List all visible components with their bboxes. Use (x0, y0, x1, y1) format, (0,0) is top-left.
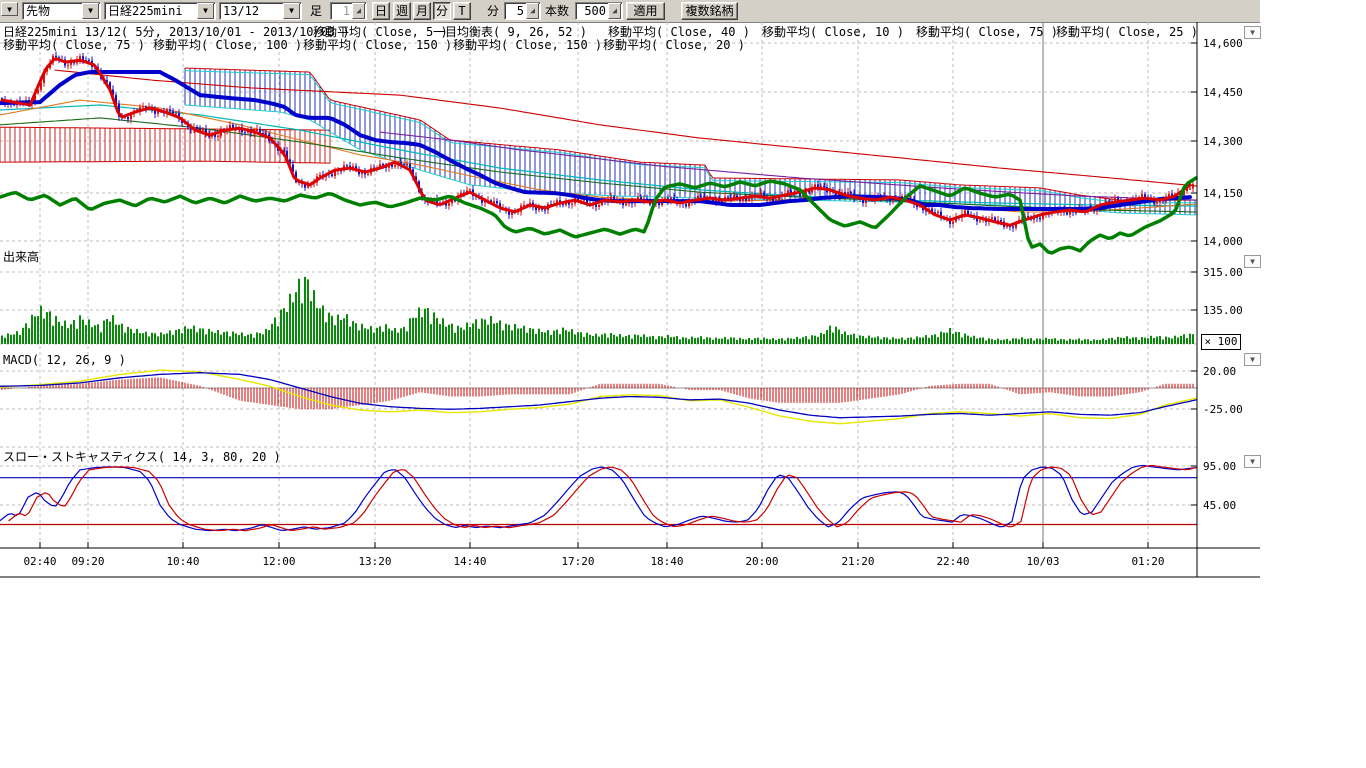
indicator-header-row2: 移動平均( Close, 20 ) (603, 36, 745, 53)
macd-pane-label: MACD( 12, 26, 9 ) (3, 353, 126, 367)
price-axis-label: 14,600 (1203, 37, 1243, 50)
time-axis-label: 02:40 (23, 555, 56, 568)
time-axis-label: 12:00 (262, 555, 295, 568)
time-axis-label: 10:40 (166, 555, 199, 568)
stochastics-layer (0, 466, 1197, 531)
pane-scale-dropdown-button[interactable]: ▼ (1244, 26, 1261, 39)
indicator-header-row2: 移動平均( Close, 75 ) (3, 36, 145, 53)
macd-layer (0, 370, 1197, 424)
time-axis-label: 09:20 (71, 555, 104, 568)
grid-layer (0, 22, 1197, 548)
time-axis-label: 18:40 (650, 555, 683, 568)
pane-scale-dropdown-button[interactable]: ▼ (1244, 255, 1261, 268)
time-axis-label: 10/03 (1026, 555, 1059, 568)
time-axis-label: 01:20 (1131, 555, 1164, 568)
time-axis-label: 14:40 (453, 555, 486, 568)
price-axis-label: 14,300 (1203, 135, 1243, 148)
indicator-header-row2: 移動平均( Close, 150 ) (453, 36, 602, 53)
stoch-axis-label: 45.00 (1203, 499, 1236, 512)
chart-svg (0, 0, 1366, 768)
indicator-header-row2: 移動平均( Close, 150 ) (303, 36, 452, 53)
price-axis-label: 14,150 (1203, 187, 1243, 200)
volume-multiplier-badge: × 100 (1201, 334, 1241, 350)
time-axis-label: 13:20 (358, 555, 391, 568)
indicator-header-row1: 移動平均( Close, 25 ) (1056, 23, 1198, 40)
stoch-axis-label: 95.00 (1203, 460, 1236, 473)
volume-axis-label: 315.00 (1203, 266, 1243, 279)
volume-pane-label: 出来高 (3, 248, 39, 265)
price-axis-label: 14,000 (1203, 235, 1243, 248)
pane-scale-dropdown-button[interactable]: ▼ (1244, 455, 1261, 468)
chart-application-window: ▼ 先物 ▼ 日経225mini ▼ 13/12 ▼ 足 1 ◢ 日 週 月 分… (0, 0, 1366, 768)
pane-scale-dropdown-button[interactable]: ▼ (1244, 353, 1261, 366)
stoch-pane-label: スロー・ストキャスティクス( 14, 3, 80, 20 ) (3, 448, 281, 465)
macd-axis-label: 20.00 (1203, 365, 1236, 378)
volume-axis-label: 135.00 (1203, 304, 1243, 317)
macd-axis-label: -25.00 (1203, 403, 1243, 416)
time-axis-label: 21:20 (841, 555, 874, 568)
indicator-header-row1: 移動平均( Close, 10 ) (762, 23, 904, 40)
time-axis-label: 20:00 (745, 555, 778, 568)
time-axis-label: 22:40 (936, 555, 969, 568)
time-axis-label: 17:20 (561, 555, 594, 568)
indicator-header-row1: 移動平均( Close, 75 ) (916, 23, 1058, 40)
price-axis-label: 14,450 (1203, 86, 1243, 99)
indicator-header-row2: 移動平均( Close, 100 ) (153, 36, 302, 53)
